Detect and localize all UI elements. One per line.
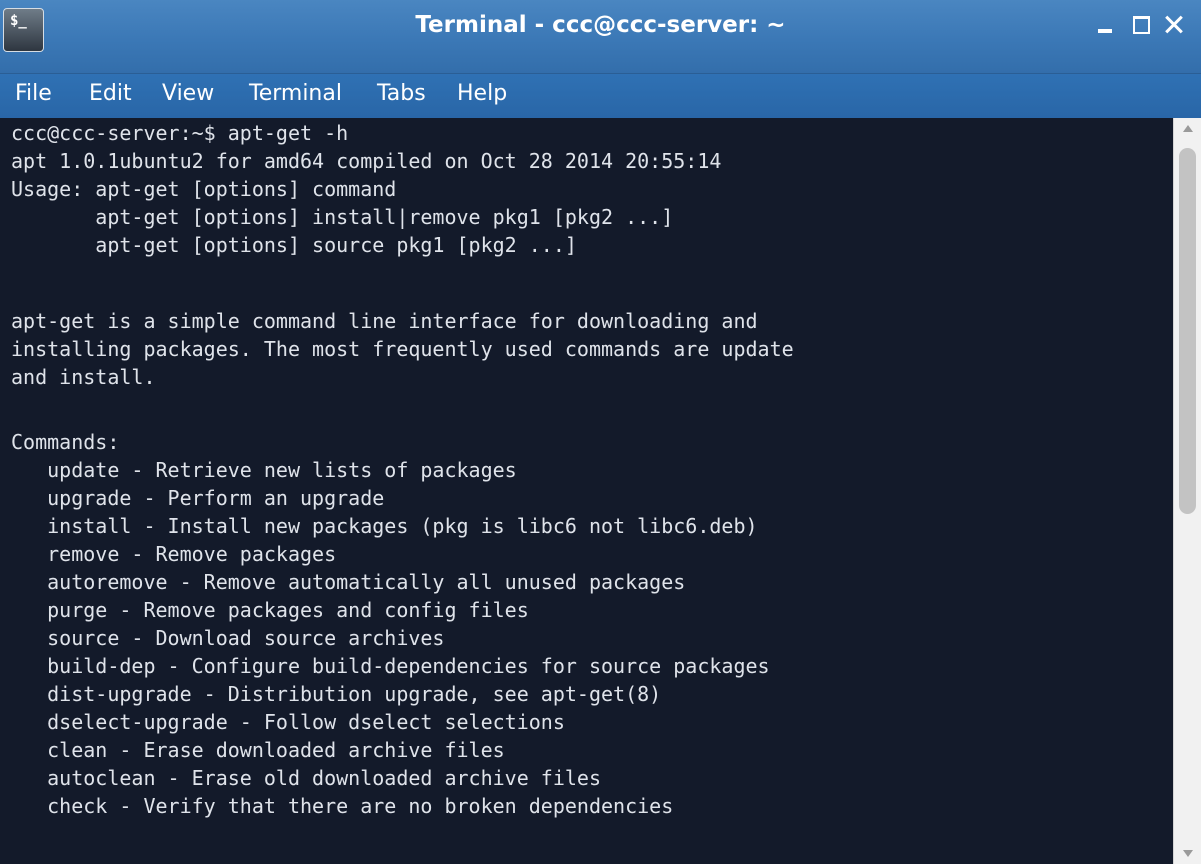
menu-file[interactable]: File	[15, 74, 52, 118]
terminal-line: check - Verify that there are no broken …	[11, 794, 674, 818]
terminal-line: dist-upgrade - Distribution upgrade, see…	[11, 682, 662, 706]
terminal-line: installing packages. The most frequently…	[11, 337, 794, 361]
terminal-line: install - Install new packages (pkg is l…	[11, 514, 758, 538]
terminal-line: clean - Erase downloaded archive files	[11, 738, 505, 762]
terminal-line: update - Retrieve new lists of packages	[11, 458, 517, 482]
terminal-line: apt-get [options] source pkg1 [pkg2 ...]	[11, 233, 577, 257]
menu-bar: File Edit View Terminal Tabs Help	[0, 74, 1201, 118]
menu-edit[interactable]: Edit	[89, 74, 132, 118]
terminal-line: Usage: apt-get [options] command	[11, 177, 397, 201]
terminal-line: dselect-upgrade - Follow dselect selecti…	[11, 710, 565, 734]
terminal-window: $_ Terminal - ccc@ccc-server: ~ File Edi…	[0, 0, 1201, 864]
title-bar[interactable]: $_ Terminal - ccc@ccc-server: ~	[0, 0, 1201, 74]
terminal-line: purge - Remove packages and config files	[11, 598, 529, 622]
terminal-line: apt-get [options] install|remove pkg1 [p…	[11, 205, 674, 229]
menu-view[interactable]: View	[162, 74, 214, 118]
terminal-line: apt 1.0.1ubuntu2 for amd64 compiled on O…	[11, 149, 722, 173]
maximize-button[interactable]	[1128, 10, 1156, 40]
terminal-line: remove - Remove packages	[11, 542, 337, 566]
minimize-button[interactable]	[1092, 10, 1120, 40]
menu-terminal[interactable]: Terminal	[249, 74, 342, 118]
scroll-up-icon[interactable]	[1183, 125, 1193, 132]
scroll-down-icon[interactable]	[1183, 850, 1193, 857]
menu-tabs[interactable]: Tabs	[377, 74, 426, 118]
terminal-line: apt-get is a simple command line interfa…	[11, 309, 758, 333]
terminal-line: and install.	[11, 365, 156, 389]
terminal-line: source - Download source archives	[11, 626, 445, 650]
terminal-output[interactable]: ccc@ccc-server:~$ apt-get -h apt 1.0.1ub…	[0, 118, 1173, 864]
minimize-icon	[1098, 29, 1112, 33]
terminal-line: upgrade - Perform an upgrade	[11, 486, 385, 510]
terminal-line: build-dep - Configure build-dependencies…	[11, 654, 770, 678]
terminal-line: ccc@ccc-server:~$ apt-get -h	[11, 121, 349, 145]
scrollbar-thumb[interactable]	[1179, 148, 1196, 514]
terminal-line: Commands:	[11, 430, 120, 454]
window-title: Terminal - ccc@ccc-server: ~	[415, 12, 786, 38]
terminal-line: autoclean - Erase old downloaded archive…	[11, 766, 602, 790]
close-button[interactable]	[1162, 10, 1190, 40]
terminal-line: autoremove - Remove automatically all un…	[11, 570, 686, 594]
vertical-scrollbar[interactable]	[1173, 118, 1201, 864]
maximize-icon	[1133, 16, 1150, 34]
menu-help[interactable]: Help	[457, 74, 507, 118]
